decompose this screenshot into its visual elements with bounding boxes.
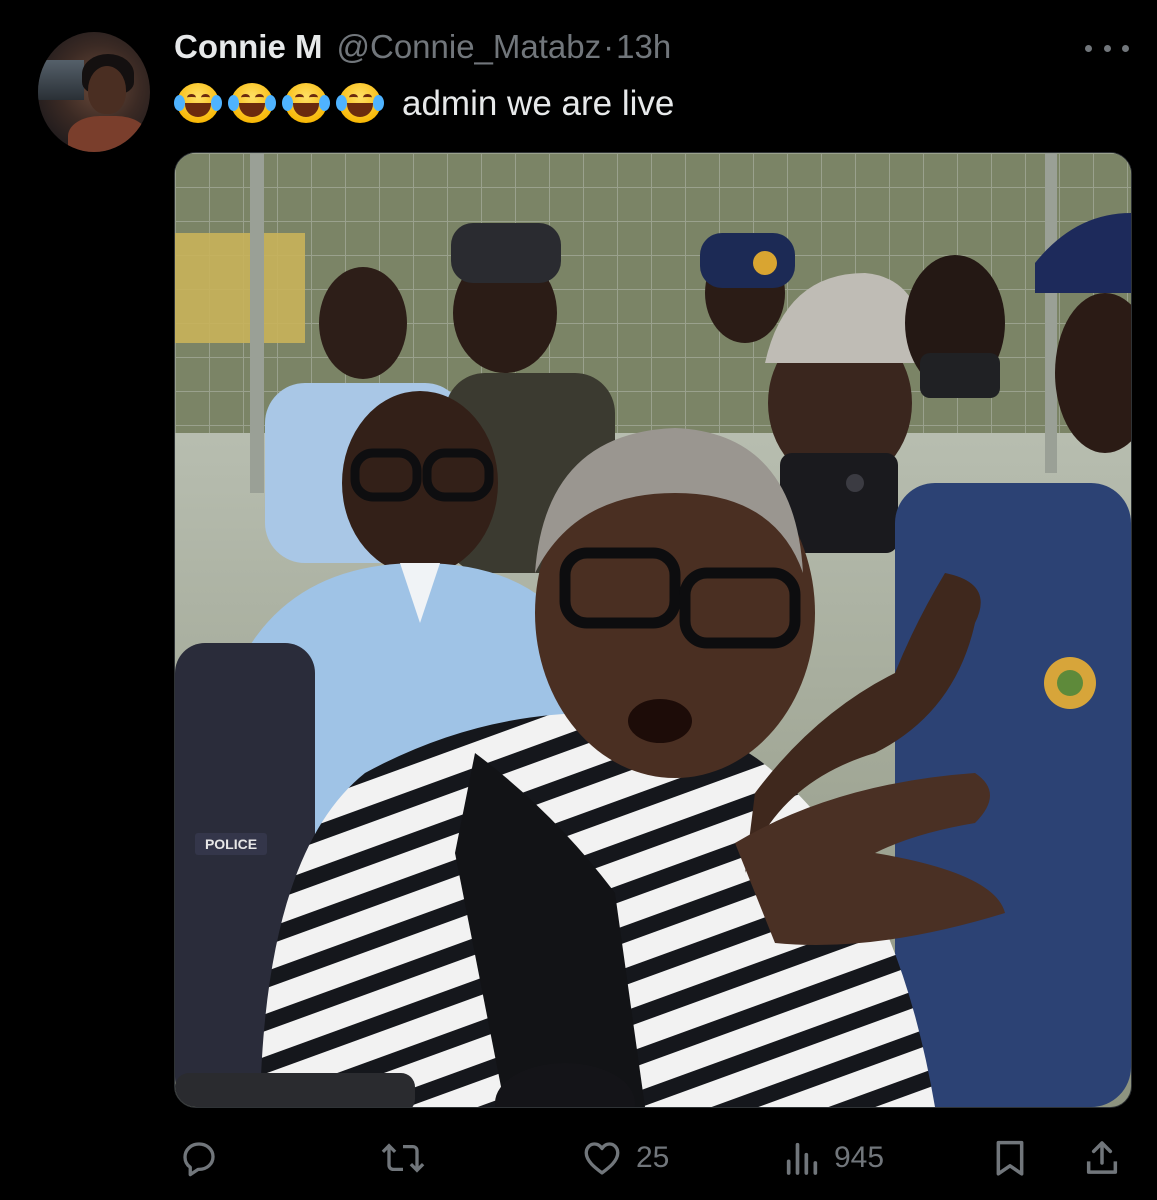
tweet-text-row: admin we are live — [174, 80, 674, 128]
views-icon — [786, 1142, 818, 1175]
bookmark-icon — [996, 1140, 1024, 1176]
photo-illustration: POLICE — [175, 153, 1131, 1107]
avatar[interactable] — [38, 32, 150, 152]
like-count: 25 — [636, 1141, 670, 1174]
laughing-tears-emoji-icon — [174, 81, 224, 127]
like-button[interactable]: 25 — [580, 1128, 669, 1188]
views-count: 945 — [834, 1141, 885, 1174]
avatar-clothing — [68, 116, 148, 152]
timestamp[interactable]: 13h — [616, 28, 671, 66]
separator-dot: · — [603, 28, 615, 65]
tweet-photo[interactable]: POLICE — [174, 152, 1132, 1108]
share-button[interactable] — [1082, 1128, 1122, 1188]
views-button[interactable]: 945 — [782, 1128, 884, 1188]
bookmark-button[interactable] — [990, 1128, 1030, 1188]
police-badge-text: POLICE — [205, 836, 257, 852]
avatar-face — [88, 66, 126, 114]
tweet-header: Connie M @Connie_Matabz · 13h — [174, 28, 671, 68]
author-handle[interactable]: @Connie_Matabz — [336, 28, 601, 66]
more-icon[interactable] — [1085, 38, 1129, 58]
tweet-text: admin we are live — [402, 84, 675, 123]
like-icon — [584, 1142, 620, 1175]
reply-button[interactable] — [178, 1128, 232, 1188]
action-bar: 25 945 — [0, 1128, 1157, 1188]
author-name[interactable]: Connie M — [174, 28, 322, 66]
repost-icon — [381, 1143, 425, 1173]
reply-icon — [183, 1142, 215, 1177]
avatar-background — [38, 60, 84, 100]
tweet[interactable]: Connie M @Connie_Matabz · 13h admin we a… — [0, 0, 1157, 1200]
laughing-tears-emoji-icon — [228, 81, 278, 127]
repost-button[interactable] — [380, 1128, 438, 1188]
laughing-tears-emoji-icon — [282, 81, 332, 127]
laughing-tears-emoji-icon — [336, 81, 386, 127]
share-icon — [1086, 1141, 1118, 1174]
